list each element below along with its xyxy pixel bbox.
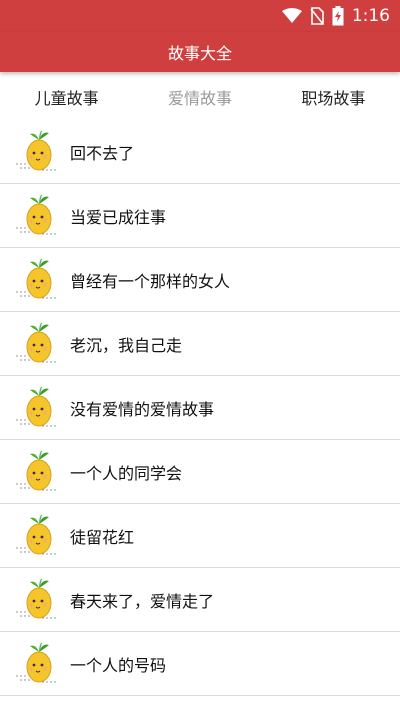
list-item[interactable]: 一个人的同学会 — [0, 440, 400, 504]
story-title: 一个人的同学会 — [70, 463, 183, 483]
tab-children-stories[interactable]: 儿童故事 — [29, 85, 105, 109]
list-item[interactable]: 当爱已成往事 — [0, 184, 400, 248]
mango-mascot-icon — [12, 385, 62, 430]
story-title: 曾经有一个那样的女人 — [70, 271, 231, 291]
mango-mascot-icon — [12, 257, 62, 302]
list-item[interactable]: 春天来了，爱情走了 — [0, 568, 400, 632]
list-item[interactable]: 老沉，我自己走 — [0, 312, 400, 376]
status-bar: 1:16 — [0, 0, 400, 32]
list-item[interactable]: 徒留花红 — [0, 504, 400, 568]
list-item[interactable]: 曾经有一个那样的女人 — [0, 248, 400, 312]
mango-mascot-icon — [12, 449, 62, 494]
mango-mascot-icon — [12, 641, 62, 686]
mango-mascot-icon — [12, 513, 62, 558]
app-bar: 故事大全 — [0, 32, 400, 72]
category-tabs: 儿童故事 爱情故事 职场故事 — [0, 74, 400, 120]
mango-mascot-icon — [12, 193, 62, 238]
tab-workplace-stories[interactable]: 职场故事 — [295, 85, 371, 109]
status-icons: 1:16 — [281, 0, 390, 32]
no-sim-icon — [310, 7, 324, 25]
tab-love-stories[interactable]: 爱情故事 — [162, 85, 238, 109]
mango-mascot-icon — [12, 321, 62, 366]
clock: 1:16 — [351, 6, 390, 26]
app-title: 故事大全 — [167, 44, 232, 63]
battery-charging-icon — [332, 6, 344, 26]
wifi-icon — [281, 8, 302, 24]
story-title: 一个人的号码 — [70, 655, 167, 675]
mango-mascot-icon — [12, 129, 62, 174]
list-item[interactable]: 没有爱情的爱情故事 — [0, 376, 400, 440]
story-title: 当爱已成往事 — [70, 207, 167, 227]
story-title: 徒留花红 — [70, 527, 135, 547]
story-title: 春天来了，爱情走了 — [70, 591, 215, 611]
story-title: 回不去了 — [70, 143, 135, 163]
story-title: 老沉，我自己走 — [70, 335, 183, 355]
mango-mascot-icon — [12, 577, 62, 622]
story-list: 回不去了 当爱已成往事 曾经有一个那样的女人 老沉，我自己走 没有爱情的爱情故事… — [0, 120, 400, 696]
list-item[interactable]: 回不去了 — [0, 120, 400, 184]
list-item[interactable]: 一个人的号码 — [0, 632, 400, 696]
story-title: 没有爱情的爱情故事 — [70, 399, 215, 419]
